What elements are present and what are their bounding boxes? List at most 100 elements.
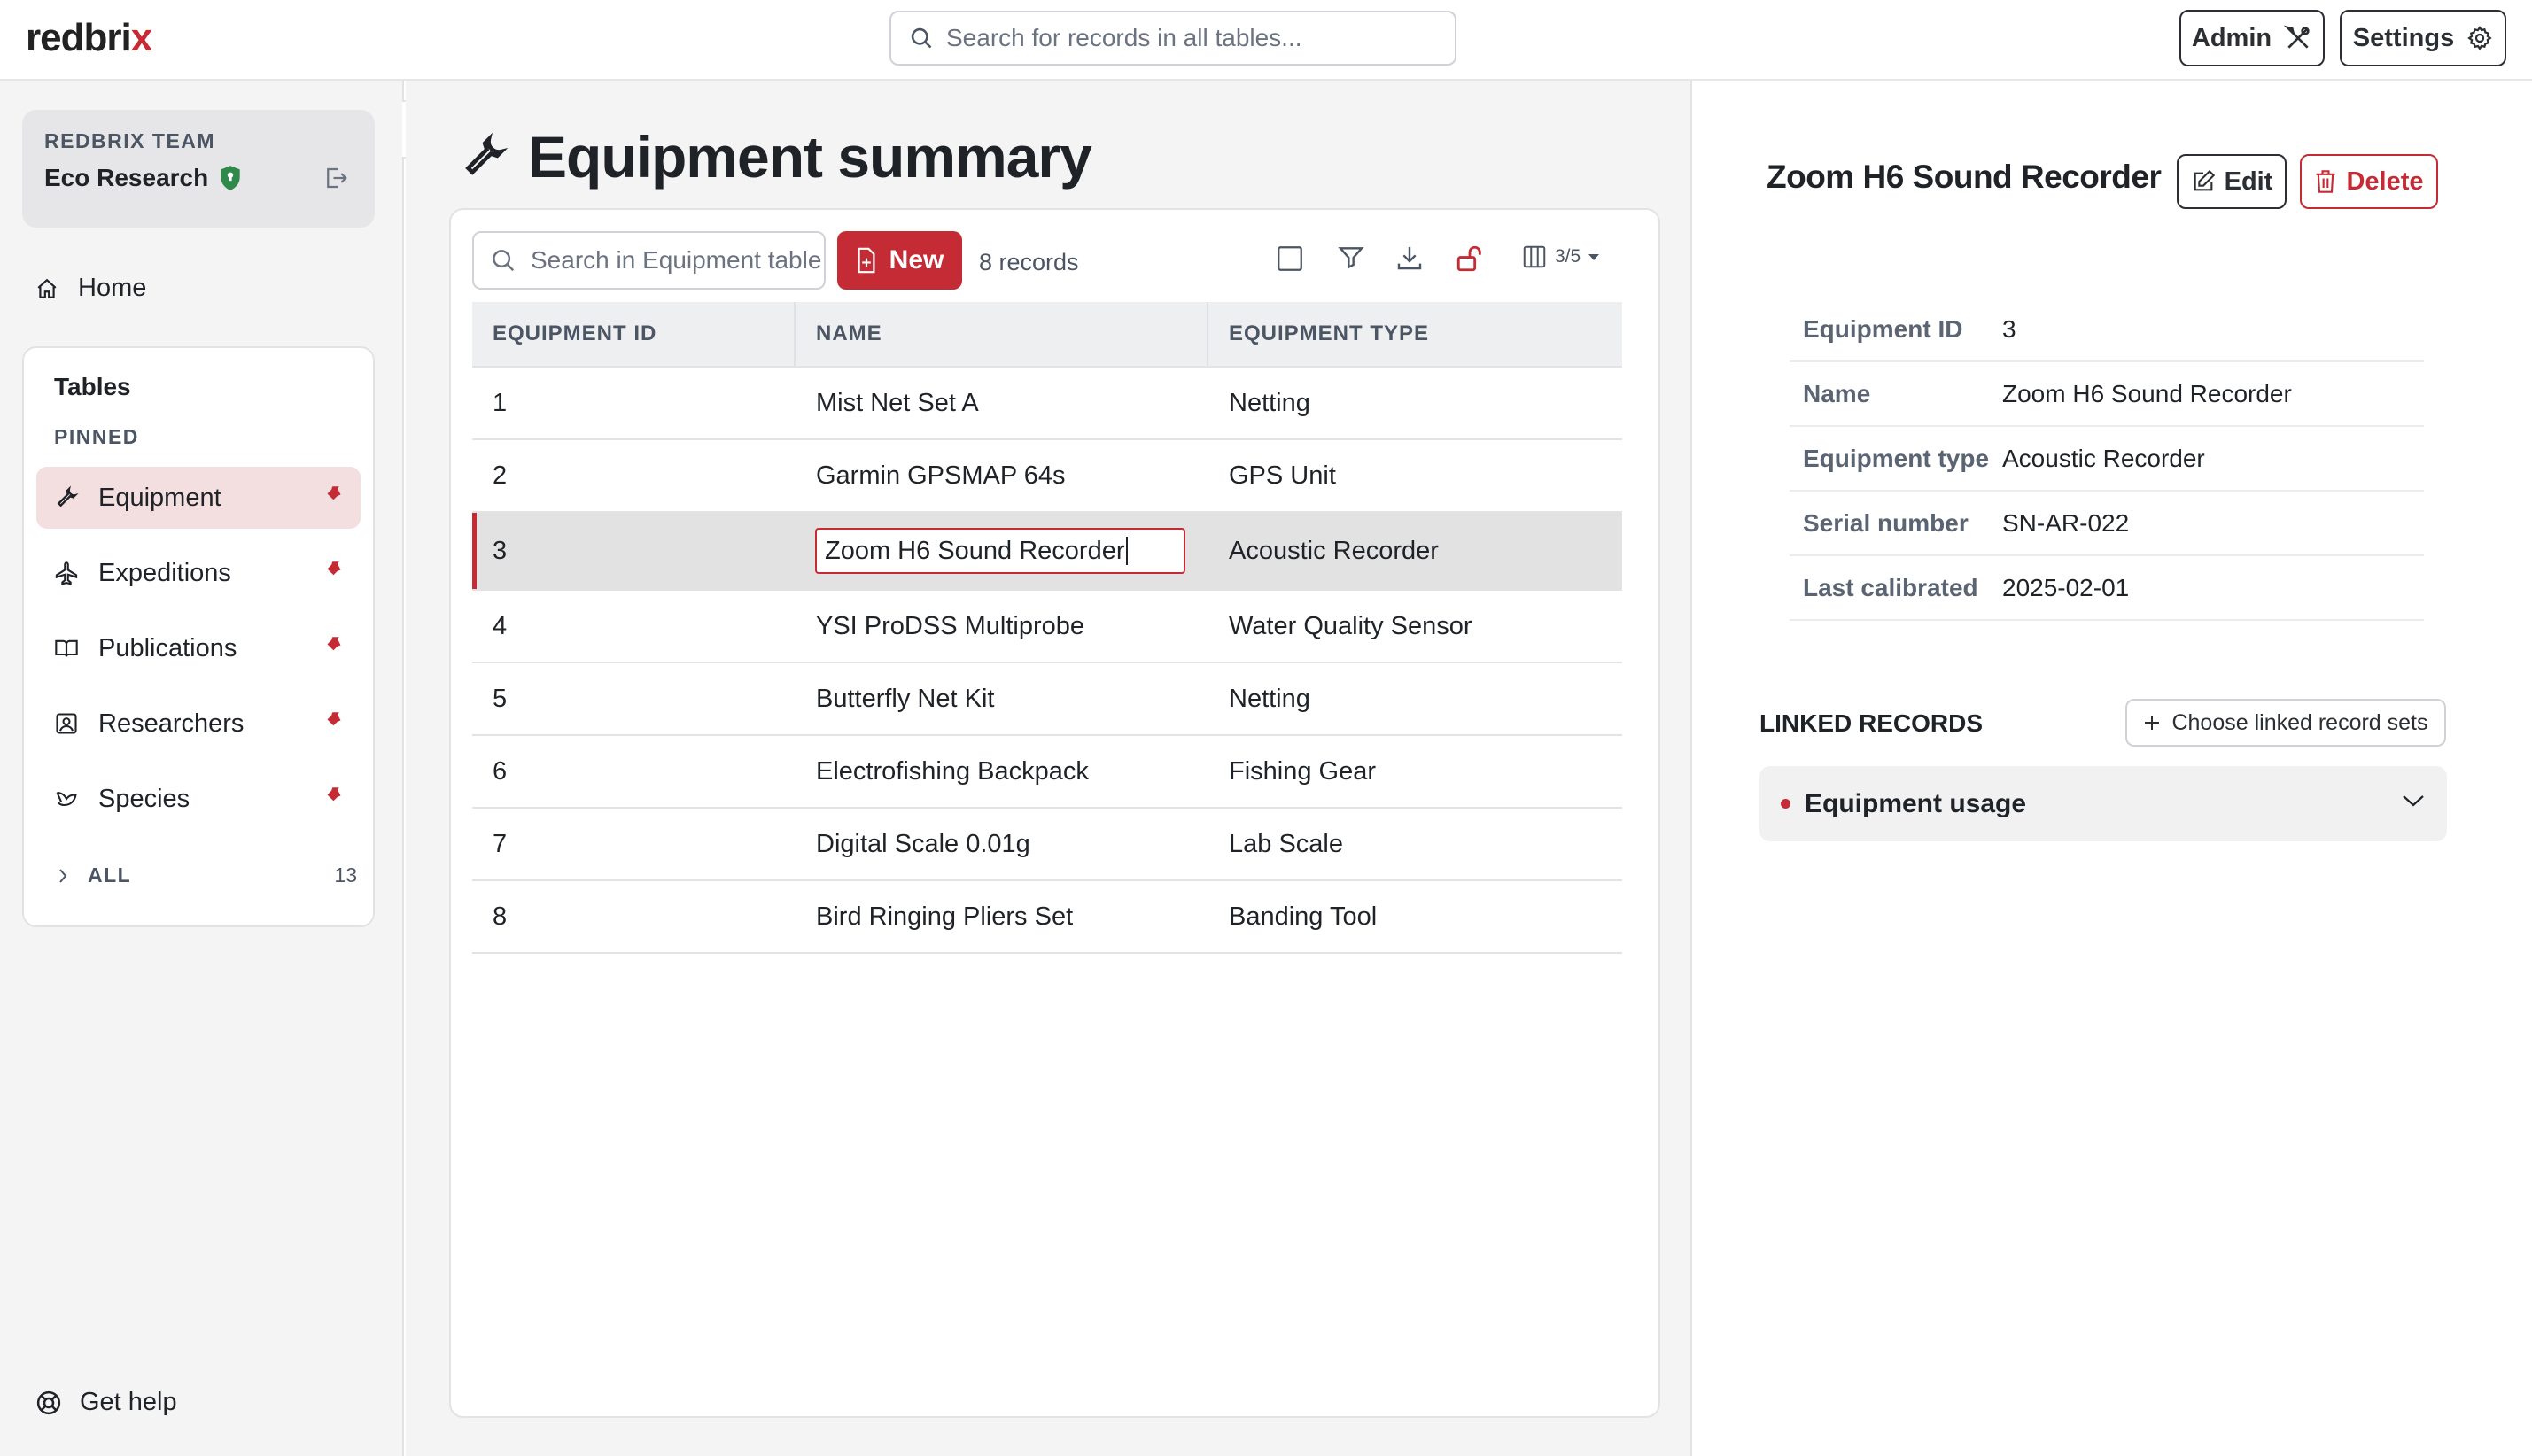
cell-name[interactable]: Garmin GPSMAP 64s [796,440,1208,511]
cell-equipment-type[interactable]: Netting [1208,368,1622,438]
lifebuoy-icon [35,1390,62,1416]
global-search-input[interactable]: Search for records in all tables... [889,11,1456,66]
field-row: Serial number SN-AR-022 [1790,492,2424,556]
table-row[interactable]: 8 Bird Ringing Pliers Set Banding Tool [472,881,1622,954]
all-count: 13 [334,864,357,887]
cell-equipment-type[interactable]: Netting [1208,663,1622,734]
caret-down-icon [1588,252,1600,261]
cell-equipment-type[interactable]: GPS Unit [1208,440,1622,511]
cell-edit-value: Zoom H6 Sound Recorder [825,536,1125,565]
book-icon [54,636,79,661]
table-row[interactable]: 7 Digital Scale 0.01g Lab Scale [472,809,1622,881]
columns-icon [1521,244,1548,270]
sidebar-home-link[interactable]: Home [35,274,146,303]
cell-equipment-type[interactable]: Acoustic Recorder [1208,513,1622,589]
cell-name[interactable]: Bird Ringing Pliers Set [796,881,1208,952]
field-row: Equipment ID 3 [1790,298,2424,362]
sidebar-item-label: Publications [98,633,237,662]
team-label: REDBRIX TEAM [44,129,216,152]
sidebar: REDBRIX TEAM Eco Research Home Tables PI… [0,81,404,1456]
column-header-name[interactable]: NAME [796,302,1208,366]
column-visibility-toggle[interactable]: 3/5 [1521,244,1600,270]
team-name: Eco Research [44,164,242,192]
table-row[interactable]: 6 Electrofishing Backpack Fishing Gear [472,736,1622,809]
table-search-input[interactable]: Search in Equipment table [472,231,826,290]
select-all-checkbox[interactable] [1275,244,1305,274]
logout-icon[interactable] [322,165,350,191]
plus-icon [2143,714,2161,732]
record-count: 8 records [979,249,1079,275]
cell-equipment-type[interactable]: Banding Tool [1208,881,1622,952]
download-icon[interactable] [1395,244,1424,272]
settings-button[interactable]: Settings [2340,10,2506,66]
cell-equipment-id[interactable]: 5 [472,663,796,734]
home-icon [35,277,58,300]
detail-title: Zoom H6 Sound Recorder [1767,159,2162,195]
cell-name[interactable]: Butterfly Net Kit [796,663,1208,734]
admin-button[interactable]: Admin [2179,10,2325,66]
cell-equipment-id[interactable]: 3 [472,513,796,589]
id-badge-icon [54,711,79,736]
cell-edit-input[interactable]: Zoom H6 Sound Recorder [815,528,1185,574]
column-header-equipment-id[interactable]: EQUIPMENT ID [472,302,796,366]
cell-equipment-id[interactable]: 7 [472,809,796,879]
pin-icon[interactable] [322,484,346,511]
status-dot [1781,799,1790,809]
global-search-placeholder: Search for records in all tables... [946,24,1302,51]
record-fields: Equipment ID 3 Name Zoom H6 Sound Record… [1790,298,2424,621]
choose-linked-sets-button[interactable]: Choose linked record sets [2125,699,2446,747]
field-value: 3 [2002,314,2016,343]
pin-icon[interactable] [322,786,346,812]
cell-name-editing[interactable]: Zoom H6 Sound Recorder [796,513,1208,589]
chevron-down-icon[interactable] [2401,793,2426,809]
delete-record-button[interactable]: Delete [2300,154,2438,209]
cell-name[interactable]: YSI ProDSS Multiprobe [796,591,1208,662]
new-record-button[interactable]: New [837,231,962,290]
record-detail-panel: Zoom H6 Sound Recorder Edit Delete Equip… [1690,81,2532,1456]
tools-icon [2284,24,2312,52]
sidebar-item-publications[interactable]: Publications [36,617,361,679]
all-tables-toggle[interactable]: ALL 13 [56,864,357,887]
choose-linked-sets-label: Choose linked record sets [2171,709,2428,735]
get-help-link[interactable]: Get help [35,1388,177,1417]
pin-icon[interactable] [322,710,346,737]
team-card[interactable]: REDBRIX TEAM Eco Research [22,110,375,228]
cell-equipment-type[interactable]: Fishing Gear [1208,736,1622,807]
cell-equipment-type[interactable]: Water Quality Sensor [1208,591,1622,662]
sidebar-item-researchers[interactable]: Researchers [36,693,361,755]
column-header-equipment-type[interactable]: EQUIPMENT TYPE [1208,302,1622,366]
table-row[interactable]: 5 Butterfly Net Kit Netting [472,663,1622,736]
field-value: SN-AR-022 [2002,508,2130,537]
cell-equipment-id[interactable]: 4 [472,591,796,662]
table-row-selected[interactable]: 3 Zoom H6 Sound Recorder Acoustic Record… [472,513,1622,591]
plane-icon [54,561,79,585]
redbrix-logo[interactable]: redbrix [26,16,152,60]
delete-label: Delete [2346,167,2424,196]
filter-icon[interactable] [1337,244,1365,272]
cell-equipment-id[interactable]: 1 [472,368,796,438]
linked-set-equipment-usage[interactable]: Equipment usage [1759,766,2447,841]
field-value: Acoustic Recorder [2002,444,2205,472]
cell-equipment-id[interactable]: 6 [472,736,796,807]
sidebar-item-equipment[interactable]: Equipment [36,467,361,529]
cell-name[interactable]: Mist Net Set A [796,368,1208,438]
cell-name[interactable]: Digital Scale 0.01g [796,809,1208,879]
table-row[interactable]: 1 Mist Net Set A Netting [472,368,1622,440]
sidebar-item-label: Expeditions [98,558,231,587]
cell-equipment-id[interactable]: 2 [472,440,796,511]
table-row[interactable]: 4 YSI ProDSS Multiprobe Water Quality Se… [472,591,1622,663]
unlock-icon[interactable] [1455,244,1485,274]
pin-icon[interactable] [322,635,346,662]
cell-equipment-type[interactable]: Lab Scale [1208,809,1622,879]
page-title: Equipment summary [459,123,1092,190]
field-label: Equipment ID [1803,314,1963,343]
table-row[interactable]: 2 Garmin GPSMAP 64s GPS Unit [472,440,1622,513]
pin-icon[interactable] [322,560,346,586]
sidebar-item-label: Researchers [98,709,245,738]
sidebar-item-expeditions[interactable]: Expeditions [36,542,361,604]
sidebar-item-species[interactable]: Species [36,768,361,830]
cell-equipment-id[interactable]: 8 [472,881,796,952]
cell-name[interactable]: Electrofishing Backpack [796,736,1208,807]
edit-record-button[interactable]: Edit [2177,154,2287,209]
text-cursor [1125,537,1128,565]
